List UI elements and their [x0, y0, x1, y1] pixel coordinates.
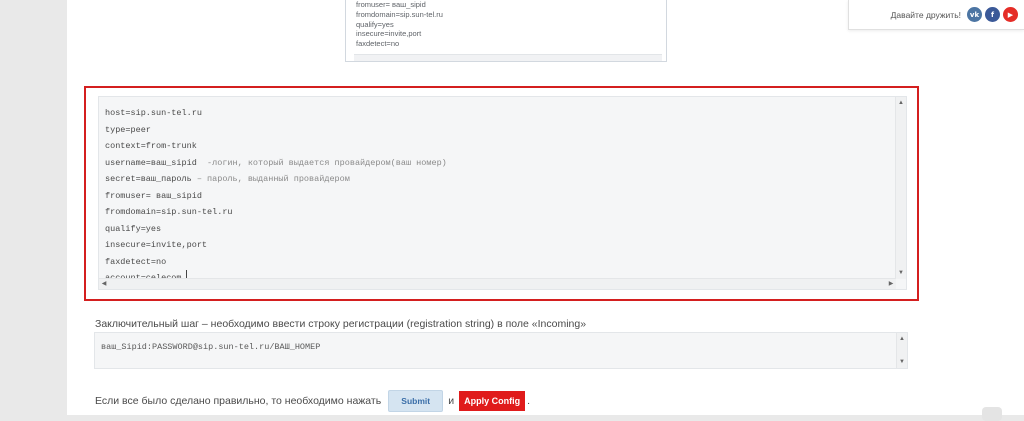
registration-vertical-scrollbar[interactable]: ▲ ▼	[896, 333, 907, 368]
youtube-icon[interactable]: ▶	[1003, 7, 1018, 22]
config-line-text: context=from-trunk	[105, 141, 197, 151]
config-line-text: type=peer	[105, 124, 151, 135]
config-line-text: insecure=invite,port	[105, 240, 208, 250]
config-line: host=sip.sun-tel.ru	[105, 105, 447, 122]
snippet-line: qualify=yes	[356, 19, 394, 29]
config-line-comment: -логин, который выдается провайдером(ваш…	[196, 157, 447, 168]
config-line: insecure=invite,port	[105, 237, 447, 254]
config-line: context=from-trunk	[105, 138, 447, 155]
config-line: type=peer	[105, 122, 447, 139]
config-line: fromuser= ваш_sipid	[105, 188, 447, 205]
config-vertical-scrollbar[interactable]: ▲ ▼	[895, 97, 906, 279]
apply-config-button[interactable]: Apply Config	[459, 391, 526, 411]
scroll-up-icon[interactable]: ▲	[896, 99, 906, 107]
scroll-down-icon[interactable]: ▼	[896, 269, 906, 277]
instruction-text: Заключительный шаг – необходимо ввести с…	[95, 318, 587, 330]
social-label: Давайте дружить!	[890, 9, 961, 20]
config-line: faxdetect=no	[105, 254, 447, 271]
snippet-line: insecure=invite,port	[356, 29, 422, 39]
snippet-line: fromdomain=sip.sun-tel.ru	[356, 9, 443, 19]
config-line-comment: – пароль, выданный провайдером	[191, 174, 350, 184]
chat-widget[interactable]	[982, 407, 1002, 421]
config-line-text: host=sip.sun-tel.ru	[105, 108, 202, 118]
config-line-text: username=ваш_sipid	[105, 157, 197, 168]
config-lines: host=sip.sun-tel.ru type=peer context=from…	[105, 105, 447, 287]
scroll-left-icon[interactable]: ◀	[99, 280, 109, 288]
scroll-right-icon[interactable]: ▶	[886, 280, 896, 288]
config-line: secret=ваш_пароль – пароль, выданный про…	[105, 171, 447, 188]
submit-button[interactable]: Submit	[388, 390, 444, 412]
config-line-text: fromuser= ваш_sipid	[105, 190, 202, 201]
and-text: и	[448, 395, 455, 407]
config-line-text: faxdetect=no	[105, 256, 167, 267]
config-line-text: qualify=yes	[105, 223, 162, 234]
config-line: qualify=yes	[105, 221, 447, 238]
final-instruction: Если все было сделано правильно, то необ…	[95, 390, 530, 412]
highlighted-config-block: host=sip.sun-tel.ru type=peer context=from…	[84, 86, 919, 301]
snippet-horizontal-scrollbar[interactable]	[354, 54, 662, 61]
scroll-up-icon[interactable]: ▲	[897, 335, 907, 343]
vk-icon[interactable]: vk	[967, 7, 982, 22]
config-horizontal-scrollbar[interactable]: ◀ ▶	[99, 278, 896, 289]
social-bar: Давайте дружить! vk f ▶	[848, 0, 1024, 30]
facebook-icon[interactable]: f	[985, 7, 1000, 22]
config-snippet-preview: fromuser= ваш_sipid fromdomain=sip.sun-te…	[345, 0, 667, 62]
scroll-down-icon[interactable]: ▼	[897, 358, 907, 366]
final-period: .	[527, 395, 530, 407]
final-text: Если все было сделано правильно, то необ…	[95, 395, 382, 407]
config-line: fromdomain=sip.sun-tel.ru	[105, 204, 447, 221]
config-code-area[interactable]: host=sip.sun-tel.ru type=peer context=from…	[98, 96, 907, 290]
registration-string: ваш_Sipid:PASSWORD@sip.sun-tel.ru/ВАШ_НО…	[101, 342, 321, 352]
config-line-text: fromdomain=sip.sun-tel.ru	[105, 207, 233, 217]
registration-string-box[interactable]: ваш_Sipid:PASSWORD@sip.sun-tel.ru/ВАШ_НО…	[94, 332, 908, 369]
snippet-line: faxdetect=no	[356, 39, 400, 49]
snippet-line: fromuser= ваш_sipid	[356, 0, 426, 9]
config-line-text: secret=ваш_пароль	[105, 174, 192, 184]
config-line: username=ваш_sipid -логин, который выдае…	[105, 155, 447, 172]
